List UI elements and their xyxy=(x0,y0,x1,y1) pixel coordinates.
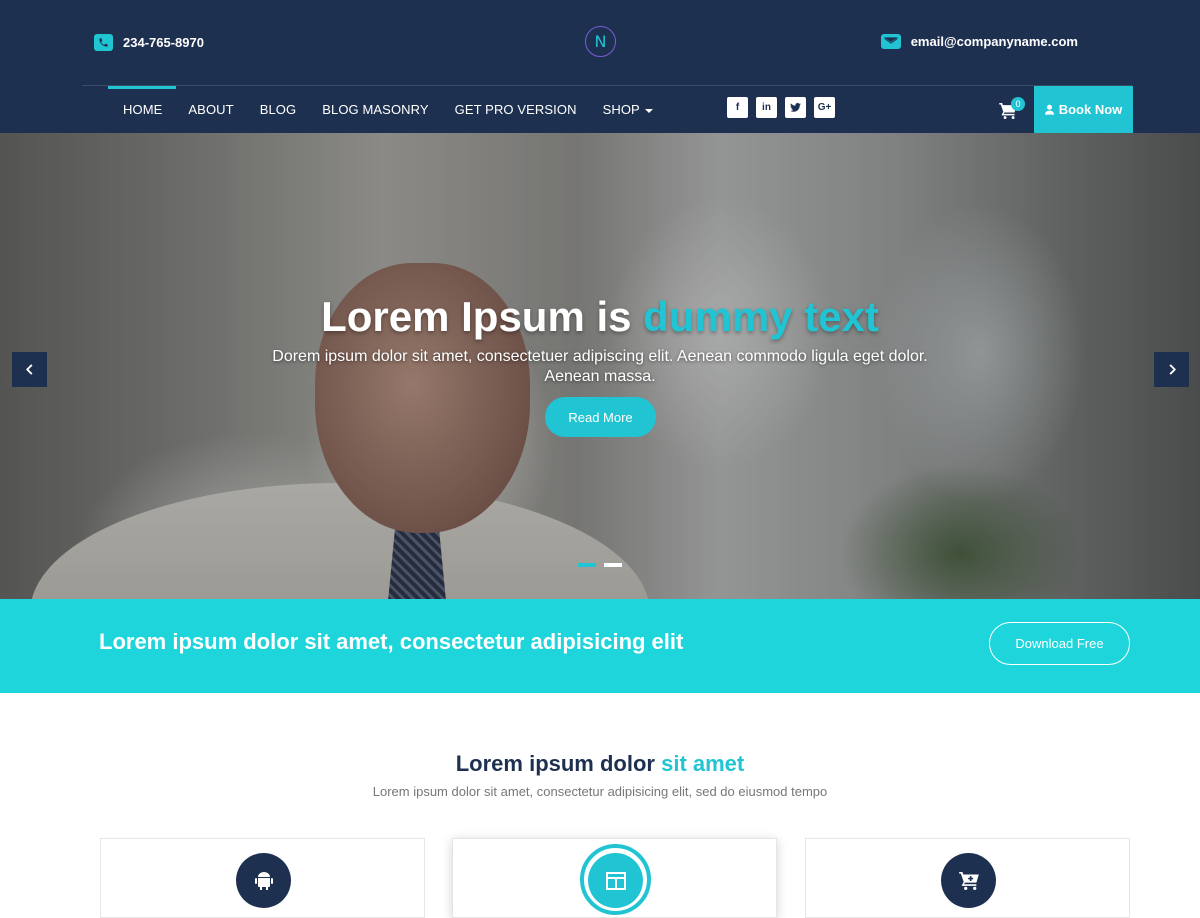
cta-banner: Lorem ipsum dolor sit amet, consectetur … xyxy=(0,599,1200,693)
chevron-left-icon xyxy=(25,364,32,375)
section-title-main: Lorem ipsum dolor xyxy=(455,751,662,776)
site-header: 234-765-8970 N email@companyname.com HOM… xyxy=(0,0,1200,133)
nav-about[interactable]: ABOUT xyxy=(175,102,246,117)
read-more-button[interactable]: Read More xyxy=(545,397,656,437)
slider-dot-2[interactable] xyxy=(604,563,622,567)
facebook-icon[interactable]: f xyxy=(727,97,748,118)
cta-text: Lorem ipsum dolor sit amet, consectetur … xyxy=(99,629,684,654)
book-now-label: Book Now xyxy=(1058,102,1123,117)
phone-contact[interactable]: 234-765-8970 xyxy=(94,34,204,51)
cart-button[interactable]: 0 xyxy=(999,97,1025,124)
main-nav: HOME ABOUT BLOG BLOG MASONRY GET PRO VER… xyxy=(110,86,666,133)
download-free-button[interactable]: Download Free xyxy=(989,622,1130,665)
feature-card[interactable] xyxy=(452,838,777,918)
logo-letter: N xyxy=(594,32,607,51)
feature-card[interactable] xyxy=(805,838,1130,918)
hero-subtitle: Dorem ipsum dolor sit amet, consectetuer… xyxy=(272,348,928,385)
nav-blog-masonry[interactable]: BLOG MASONRY xyxy=(309,102,441,117)
cart-count-badge: 0 xyxy=(1011,97,1025,111)
slider-prev-button[interactable] xyxy=(12,352,47,387)
nav-get-pro-version[interactable]: GET PRO VERSION xyxy=(442,102,590,117)
twitter-icon[interactable] xyxy=(785,97,806,118)
nav-home[interactable]: HOME xyxy=(110,102,175,117)
hero-title-main: Lorem Ipsum is xyxy=(321,293,644,340)
section-title: Lorem ipsum dolor sit amet xyxy=(0,751,1200,777)
chevron-down-icon xyxy=(644,108,653,113)
site-logo[interactable]: N xyxy=(585,26,616,57)
slider-dot-1[interactable] xyxy=(578,563,596,567)
user-icon xyxy=(1044,104,1054,115)
nav-shop-label: SHOP xyxy=(602,102,640,117)
top-bar: 234-765-8970 N email@companyname.com xyxy=(0,0,1200,86)
phone-number: 234-765-8970 xyxy=(123,35,204,50)
hero-title-accent: dummy text xyxy=(643,293,879,340)
section-subtitle: Lorem ipsum dolor sit amet, consectetur … xyxy=(372,784,828,799)
google-plus-icon[interactable]: G+ xyxy=(814,97,835,118)
feature-card[interactable] xyxy=(100,838,425,918)
envelope-icon xyxy=(880,34,901,49)
slider-pagination xyxy=(578,563,622,567)
nav-blog[interactable]: BLOG xyxy=(247,102,310,117)
slider-next-button[interactable] xyxy=(1154,352,1189,387)
email-address: email@companyname.com xyxy=(910,34,1078,49)
hero-slider: Lorem Ipsum is dummy text Dorem ipsum do… xyxy=(0,133,1200,599)
hero-title: Lorem Ipsum is dummy text xyxy=(0,293,1200,341)
email-contact[interactable]: email@companyname.com xyxy=(880,34,1078,49)
social-links: f in G+ xyxy=(727,97,835,118)
book-now-button[interactable]: Book Now xyxy=(1034,86,1133,133)
phone-icon xyxy=(94,34,113,51)
hero-content: Lorem Ipsum is dummy text Dorem ipsum do… xyxy=(0,133,1200,599)
nav-shop-dropdown[interactable]: SHOP xyxy=(590,102,666,117)
chevron-right-icon xyxy=(1169,364,1176,375)
section-title-accent: sit amet xyxy=(661,751,745,776)
linkedin-icon[interactable]: in xyxy=(756,97,777,118)
